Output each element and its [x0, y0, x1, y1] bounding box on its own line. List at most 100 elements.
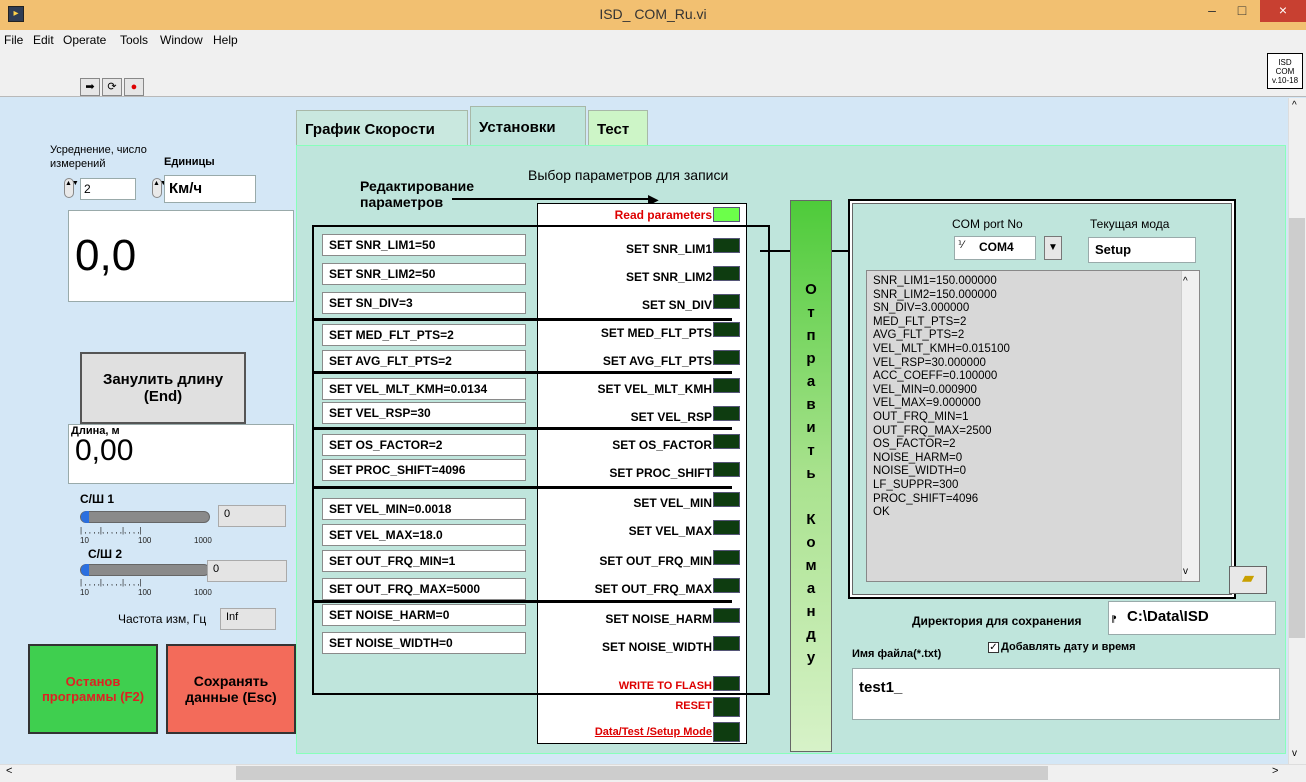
maximize-button[interactable]: □ [1227, 0, 1257, 22]
set-noise-width-led[interactable] [713, 636, 740, 651]
tick-1000: 1000 [194, 588, 212, 597]
snr1-fill [81, 511, 89, 523]
response-line: ACC_COEFF=0.100000 [873, 370, 998, 383]
edit-vel-min[interactable]: SET VEL_MIN=0.0018 [322, 498, 526, 520]
units-stepper-icon[interactable]: ▲▼ [152, 178, 167, 198]
response-line: OUT_FRQ_MIN=1 [873, 410, 969, 423]
menu-tools[interactable]: Tools [120, 33, 148, 47]
edit-os-factor[interactable]: SET OS_FACTOR=2 [322, 434, 526, 456]
set-snr-lim1-led[interactable] [713, 238, 740, 253]
set-vel-mlt-kmh-label: SET VEL_MLT_KMH [597, 382, 712, 396]
menu-window[interactable]: Window [160, 33, 203, 47]
send-command-label: Отправить Команду [802, 280, 820, 672]
menu-help[interactable]: Help [213, 33, 238, 47]
edit-proc-shift[interactable]: SET PROC_SHIFT=4096 [322, 459, 526, 481]
set-vel-rsp-label: SET VEL_RSP [630, 410, 712, 424]
menu-operate[interactable]: Operate [63, 33, 106, 47]
mode-label: Data/Test /Setup Mode [594, 726, 712, 738]
edit-snr-lim1[interactable]: SET SNR_LIM1=50 [322, 234, 526, 256]
set-out-frq-max-led[interactable] [713, 578, 740, 593]
close-button[interactable]: × [1260, 0, 1306, 22]
edit-sn-div[interactable]: SET SN_DIV=3 [322, 292, 526, 314]
add-date-label: Добавлять дату и время [1001, 641, 1136, 653]
com-port-select[interactable]: COM4 [954, 236, 1036, 260]
set-snr-lim2-led[interactable] [713, 266, 740, 281]
labview-icon[interactable]: ▸ [8, 6, 24, 22]
set-avg-flt-pts-led[interactable] [713, 350, 740, 365]
divider [312, 486, 732, 489]
menu-edit[interactable]: Edit [33, 33, 54, 47]
response-line: VEL_RSP=30.000000 [873, 356, 986, 369]
set-out-frq-min-led[interactable] [713, 550, 740, 565]
set-vel-min-led[interactable] [713, 492, 740, 507]
avg-stepper-icon[interactable]: ▲▼ [64, 178, 79, 198]
units-select[interactable]: Км/ч [164, 175, 256, 203]
set-vel-max-led[interactable] [713, 520, 740, 535]
set-snr-lim2-label: SET SNR_LIM2 [625, 270, 712, 284]
read-params-led[interactable] [713, 207, 740, 222]
abort-icon[interactable]: ● [124, 78, 144, 96]
set-avg-flt-pts-label: SET AVG_FLT_PTS [602, 354, 712, 368]
vi-icon: ISD COM v.10-18 [1267, 53, 1303, 89]
edit-snr-lim2[interactable]: SET SNR_LIM2=50 [322, 263, 526, 285]
tick-100: 100 [138, 588, 152, 597]
set-noise-width-label: SET NOISE_WIDTH [601, 640, 712, 654]
set-vel-min-label: SET VEL_MIN [633, 496, 712, 510]
tab-speed-chart[interactable]: График Скорости [296, 110, 468, 146]
response-line: MED_FLT_PTS=2 [873, 315, 967, 328]
chevron-up-icon[interactable]: ^ [1183, 276, 1188, 287]
edit-noise-width[interactable]: SET NOISE_WIDTH=0 [322, 632, 526, 654]
reset-length-button[interactable]: Занулить длину (End) [80, 352, 246, 424]
filename-input[interactable]: test1_ [852, 668, 1280, 720]
reset-led[interactable] [713, 697, 740, 717]
tab-test[interactable]: Тест [588, 110, 648, 146]
run-continuous-icon[interactable]: ⟳ [102, 78, 122, 96]
set-med-flt-pts-led[interactable] [713, 322, 740, 337]
set-os-factor-led[interactable] [713, 434, 740, 449]
vertical-scroll-thumb[interactable] [1289, 218, 1305, 638]
avg-input[interactable]: 2 [80, 178, 136, 200]
snr2-label: С/Ш 2 [88, 547, 123, 561]
snr2-slider[interactable] [80, 564, 210, 576]
minimize-button[interactable]: – [1197, 0, 1227, 22]
response-box[interactable]: SNR_LIM1=150.000000 SNR_LIM2=150.000000 SN… [866, 270, 1200, 582]
set-vel-mlt-kmh-led[interactable] [713, 378, 740, 393]
response-scrollbar[interactable] [1181, 271, 1199, 581]
chevron-down-icon[interactable]: v [1183, 566, 1188, 577]
edit-out-frq-min[interactable]: SET OUT_FRQ_MIN=1 [322, 550, 526, 572]
chevron-left-icon[interactable]: < [6, 765, 12, 777]
read-params-label: Read parameters [614, 208, 712, 222]
folder-icon[interactable]: ▰ [1229, 566, 1267, 594]
menu-file[interactable]: File [4, 33, 23, 47]
snr1-slider[interactable] [80, 511, 210, 523]
chevron-down-icon[interactable]: v [1292, 748, 1297, 759]
horizontal-scroll-thumb[interactable] [236, 766, 1048, 780]
chevron-down-icon[interactable]: ▼ [1044, 236, 1062, 260]
set-snr-lim1-label: SET SNR_LIM1 [625, 242, 712, 256]
edit-vel-rsp[interactable]: SET VEL_RSP=30 [322, 402, 526, 424]
mode-led[interactable] [713, 722, 740, 742]
send-command-button[interactable]: Отправить Команду [790, 200, 832, 752]
write-flash-led[interactable] [713, 676, 740, 691]
edit-out-frq-max[interactable]: SET OUT_FRQ_MAX=5000 [322, 578, 526, 600]
edit-med-flt-pts[interactable]: SET MED_FLT_PTS=2 [322, 324, 526, 346]
save-dir-input[interactable]: C:\Data\ISD [1108, 601, 1276, 635]
set-sn-div-led[interactable] [713, 294, 740, 309]
set-noise-harm-led[interactable] [713, 608, 740, 623]
units-label: Единицы [164, 156, 215, 168]
window-title: ISD_ COM_Ru.vi [599, 6, 707, 22]
save-data-button[interactable]: Сохранять данные (Esc) [166, 644, 296, 734]
chevron-up-icon[interactable]: ^ [1292, 100, 1297, 111]
edit-vel-max[interactable]: SET VEL_MAX=18.0 [322, 524, 526, 546]
add-date-checkbox[interactable]: ✓ [988, 642, 999, 653]
set-vel-rsp-led[interactable] [713, 406, 740, 421]
edit-avg-flt-pts[interactable]: SET AVG_FLT_PTS=2 [322, 350, 526, 372]
chevron-right-icon[interactable]: > [1272, 765, 1278, 777]
run-arrow-icon[interactable]: ➡ [80, 78, 100, 96]
response-line: VEL_MIN=0.000900 [873, 383, 977, 396]
edit-noise-harm[interactable]: SET NOISE_HARM=0 [322, 604, 526, 626]
set-proc-shift-led[interactable] [713, 462, 740, 477]
edit-vel-mlt-kmh[interactable]: SET VEL_MLT_KMH=0.0134 [322, 378, 526, 400]
stop-button[interactable]: Останов программы (F2) [28, 644, 158, 734]
tab-settings[interactable]: Установки [470, 106, 586, 146]
